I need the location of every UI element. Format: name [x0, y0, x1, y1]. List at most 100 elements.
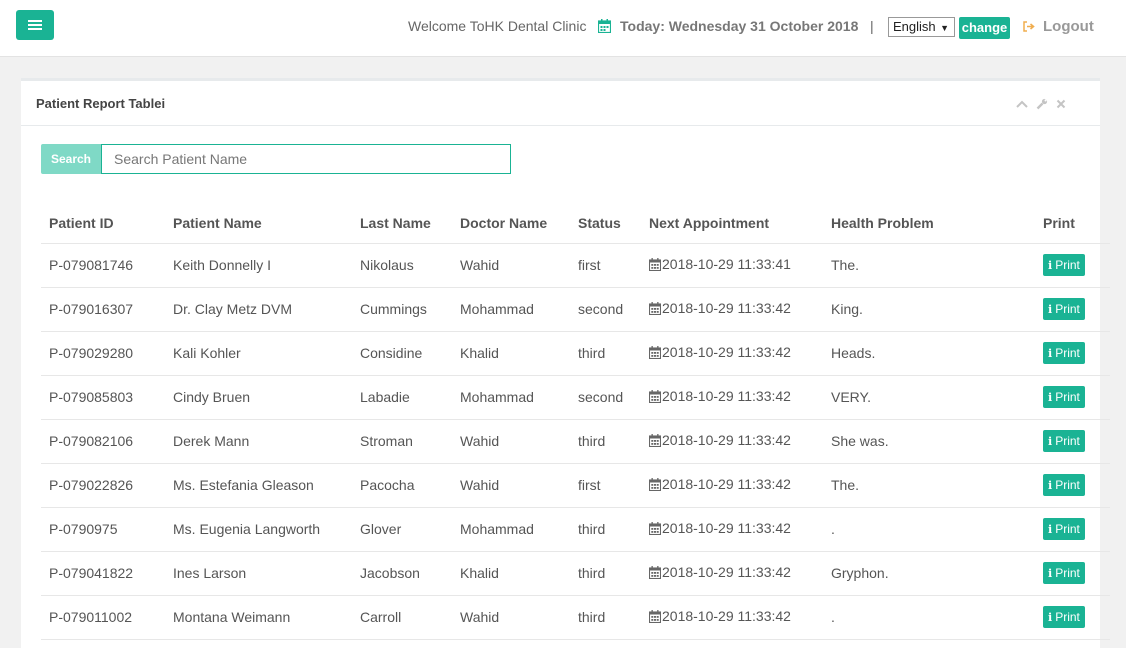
patient-name-cell: Ms. Estefania Gleason [165, 463, 352, 508]
doctor-name-cell: Khalid [452, 551, 570, 596]
search-patient-input[interactable] [101, 144, 511, 174]
print-button[interactable]: i Print [1043, 342, 1085, 364]
next-appointment-cell: 2018-10-29 11:33:42 [641, 463, 823, 508]
appointment-value: 2018-10-29 11:33:41 [649, 256, 791, 272]
info-icon: i [1048, 478, 1053, 492]
print-label: Print [1055, 258, 1080, 272]
appointment-datetime: 2018-10-29 11:33:42 [662, 608, 791, 625]
patient-report-table: Patient ID Patient Name Last Name Doctor… [41, 203, 1110, 640]
print-button[interactable]: i Print [1043, 474, 1085, 496]
appointment-value: 2018-10-29 11:33:42 [649, 300, 791, 316]
search-label: Search [41, 144, 101, 174]
patient-name-cell: Ms. Eugenia Langworth [165, 507, 352, 552]
print-button[interactable]: i Print [1043, 430, 1085, 452]
appointment-value: 2018-10-29 11:33:42 [649, 388, 791, 404]
appointment-datetime: 2018-10-29 11:33:42 [662, 432, 791, 449]
print-button[interactable]: i Print [1043, 606, 1085, 628]
panel-header: Patient Report Tablei [21, 81, 1100, 126]
appointment-datetime: 2018-10-29 11:33:42 [662, 344, 791, 361]
wrench-icon[interactable] [1036, 98, 1048, 110]
panel-title: Patient Report Tablei [36, 96, 166, 111]
chevron-up-icon[interactable] [1016, 100, 1028, 108]
change-language-button[interactable]: change [959, 17, 1010, 39]
appointment-value: 2018-10-29 11:33:42 [649, 476, 791, 492]
print-label: Print [1055, 478, 1080, 492]
calendar-icon [649, 345, 661, 359]
patient-name-cell: Keith Donnelly I [165, 243, 352, 288]
calendar-icon [649, 521, 661, 535]
table-row: P-079041822 Ines Larson Jacobson Khalid thir… [41, 551, 1110, 596]
next-appointment-cell: 2018-10-29 11:33:41 [641, 243, 823, 288]
print-cell: i Print [1035, 595, 1110, 640]
table-row: P-079081746 Keith Donnelly I Nikolaus Wahid… [41, 243, 1110, 288]
print-cell: i Print [1035, 287, 1110, 332]
print-label: Print [1055, 434, 1080, 448]
today-date: Today: Wednesday 31 October 2018 [598, 18, 858, 34]
next-appointment-cell: 2018-10-29 11:33:42 [641, 507, 823, 552]
patient-id-cell: P-079081746 [41, 243, 165, 288]
print-button[interactable]: i Print [1043, 386, 1085, 408]
next-appointment-cell: 2018-10-29 11:33:42 [641, 551, 823, 596]
patient-id-cell: P-079085803 [41, 375, 165, 420]
info-icon: i [1048, 566, 1053, 580]
calendar-icon [649, 477, 661, 491]
col-last-name[interactable]: Last Name [352, 203, 452, 244]
status-cell: second [570, 287, 641, 332]
print-label: Print [1055, 346, 1080, 360]
health-problem-cell: She was. [823, 419, 1035, 464]
next-appointment-cell: 2018-10-29 11:33:42 [641, 595, 823, 640]
table-row: P-079016307 Dr. Clay Metz DVM Cummings Moha… [41, 287, 1110, 332]
print-label: Print [1055, 390, 1080, 404]
info-icon: i [1048, 258, 1053, 272]
patient-report-panel: Patient Report Tablei Search Patient ID … [21, 78, 1110, 648]
print-label: Print [1055, 566, 1080, 580]
health-problem-cell: Gryphon. [823, 551, 1035, 596]
language-select[interactable]: English ▼ [888, 17, 955, 37]
print-button[interactable]: i Print [1043, 298, 1085, 320]
table-row: P-079022826 Ms. Estefania Gleason Pacocha W… [41, 463, 1110, 508]
print-button[interactable]: i Print [1043, 254, 1085, 276]
calendar-icon [649, 565, 661, 579]
calendar-icon [598, 19, 611, 33]
patient-id-cell: P-079041822 [41, 551, 165, 596]
last-name-cell: Nikolaus [352, 243, 452, 288]
table-row: P-0790975 Ms. Eugenia Langworth Glover Moha… [41, 507, 1110, 552]
appointment-value: 2018-10-29 11:33:42 [649, 344, 791, 360]
col-health-problem[interactable]: Health Problem [823, 203, 1035, 244]
last-name-cell: Carroll [352, 595, 452, 640]
health-problem-cell: . [823, 507, 1035, 552]
patient-name-cell: Cindy Bruen [165, 375, 352, 420]
last-name-cell: Stroman [352, 419, 452, 464]
col-patient-id[interactable]: Patient ID [41, 203, 165, 244]
col-patient-name[interactable]: Patient Name [165, 203, 352, 244]
col-doctor-name[interactable]: Doctor Name [452, 203, 570, 244]
appointment-datetime: 2018-10-29 11:33:42 [662, 300, 791, 317]
appointment-value: 2018-10-29 11:33:42 [649, 432, 791, 448]
close-icon[interactable] [1056, 99, 1066, 109]
status-cell: third [570, 331, 641, 376]
calendar-icon [649, 433, 661, 447]
status-cell: second [570, 375, 641, 420]
info-icon: i [1048, 390, 1053, 404]
doctor-name-cell: Mohammad [452, 507, 570, 552]
patient-id-cell: P-079011002 [41, 595, 165, 640]
print-button[interactable]: i Print [1043, 518, 1085, 540]
info-icon: i [1048, 302, 1053, 316]
table-header-row: Patient ID Patient Name Last Name Doctor… [41, 203, 1110, 244]
appointment-datetime: 2018-10-29 11:33:42 [662, 476, 791, 493]
next-appointment-cell: 2018-10-29 11:33:42 [641, 331, 823, 376]
appointment-datetime: 2018-10-29 11:33:42 [662, 564, 791, 581]
logout-link[interactable]: Logout [1023, 18, 1094, 35]
print-button[interactable]: i Print [1043, 562, 1085, 584]
col-status[interactable]: Status [570, 203, 641, 244]
calendar-icon [649, 389, 661, 403]
menu-toggle-button[interactable] [16, 10, 54, 40]
patient-name-cell: Ines Larson [165, 551, 352, 596]
appointment-datetime: 2018-10-29 11:33:41 [662, 256, 791, 273]
health-problem-cell: VERY. [823, 375, 1035, 420]
health-problem-cell: The. [823, 463, 1035, 508]
today-label: Today: Wednesday 31 October 2018 [620, 18, 859, 34]
col-next-appointment[interactable]: Next Appointment [641, 203, 823, 244]
last-name-cell: Glover [352, 507, 452, 552]
last-name-cell: Labadie [352, 375, 452, 420]
